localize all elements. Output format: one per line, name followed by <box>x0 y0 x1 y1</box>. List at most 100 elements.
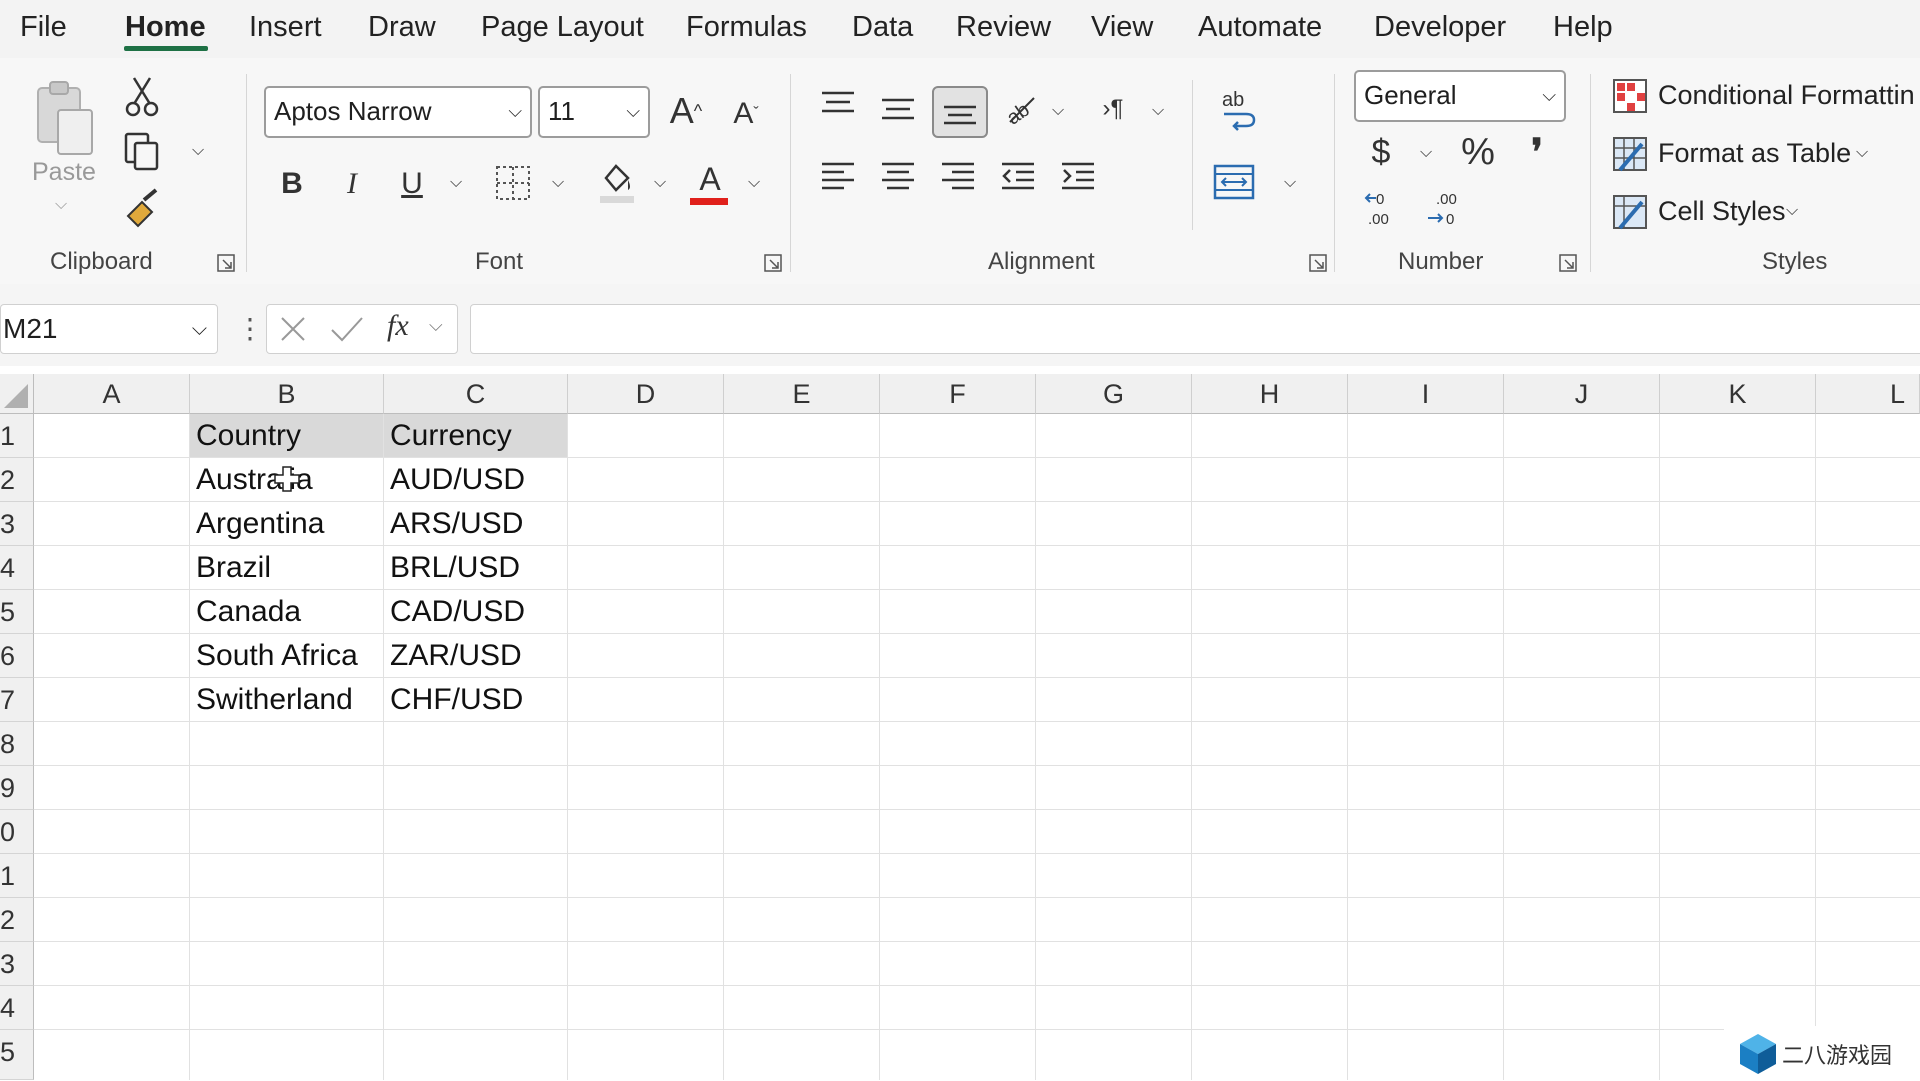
tab-draw[interactable]: Draw <box>368 8 436 46</box>
font-size-select[interactable]: 11 ⌵ <box>538 86 650 138</box>
top-align-icon[interactable] <box>820 90 856 120</box>
column-header-f[interactable]: F <box>880 374 1036 414</box>
font-color-icon[interactable]: A <box>690 158 730 200</box>
fill-color-dropdown-icon[interactable]: ⌵ <box>654 174 666 192</box>
row-header[interactable]: 2 <box>0 898 34 942</box>
cell-c3[interactable]: ARS/USD <box>384 502 523 546</box>
align-right-icon[interactable] <box>940 158 976 194</box>
tab-help[interactable]: Help <box>1553 8 1613 46</box>
tab-insert[interactable]: Insert <box>249 8 322 46</box>
currency-dropdown-icon[interactable]: ⌵ <box>1420 144 1432 162</box>
cell-c7[interactable]: CHF/USD <box>384 678 523 722</box>
cell-b7[interactable]: Switherland <box>190 678 353 722</box>
column-header-j[interactable]: J <box>1504 374 1660 414</box>
column-header-i[interactable]: I <box>1348 374 1504 414</box>
italic-button[interactable]: I <box>336 164 368 204</box>
format-painter-icon[interactable] <box>122 188 162 228</box>
cancel-icon[interactable] <box>277 313 309 345</box>
row-header[interactable]: 2 <box>0 458 34 502</box>
insert-function-button[interactable]: fx <box>387 309 409 343</box>
row-header[interactable]: 6 <box>0 634 34 678</box>
row-header[interactable]: 1 <box>0 414 34 458</box>
text-direction-icon[interactable]: ›¶ <box>1096 92 1130 126</box>
cell-c5[interactable]: CAD/USD <box>384 590 525 634</box>
decrease-decimal-icon[interactable]: .00 0 <box>1424 188 1464 228</box>
tab-file[interactable]: File <box>20 8 67 46</box>
cell-styles-dropdown-icon[interactable]: ⌵ <box>1786 202 1798 220</box>
comma-style-button[interactable]: ❜ <box>1522 130 1552 174</box>
format-as-table-dropdown-icon[interactable]: ⌵ <box>1856 144 1868 162</box>
tab-formulas[interactable]: Formulas <box>686 8 807 46</box>
row-header[interactable]: 7 <box>0 678 34 722</box>
cell-b6[interactable]: South Africa <box>190 634 358 678</box>
cell-c4[interactable]: BRL/USD <box>384 546 520 590</box>
column-header-b[interactable]: B <box>190 374 384 414</box>
borders-icon[interactable] <box>494 164 532 202</box>
tab-view[interactable]: View <box>1091 8 1153 46</box>
cell-c6[interactable]: ZAR/USD <box>384 634 522 678</box>
font-color-dropdown-icon[interactable]: ⌵ <box>748 174 760 192</box>
row-header[interactable]: 0 <box>0 810 34 854</box>
fill-color-icon[interactable] <box>598 160 636 206</box>
column-header-a[interactable]: A <box>34 374 190 414</box>
cell-b5[interactable]: Canada <box>190 590 301 634</box>
column-header-h[interactable]: H <box>1192 374 1348 414</box>
font-launcher-icon[interactable] <box>763 253 783 273</box>
bottom-align-icon[interactable] <box>932 86 988 138</box>
align-center-icon[interactable] <box>880 158 916 194</box>
percent-format-button[interactable]: % <box>1456 130 1500 174</box>
chevron-down-icon[interactable]: ⌵ <box>429 315 443 336</box>
row-header[interactable]: 4 <box>0 986 34 1030</box>
tab-automate[interactable]: Automate <box>1198 8 1322 46</box>
conditional-formatting-button[interactable]: Conditional Formattin <box>1658 80 1915 111</box>
font-name-select[interactable]: Aptos Narrow ⌵ <box>264 86 532 138</box>
clipboard-launcher-icon[interactable] <box>216 253 236 273</box>
row-header[interactable]: 5 <box>0 1030 34 1080</box>
cell-b4[interactable]: Brazil <box>190 546 271 590</box>
currency-format-button[interactable]: $ <box>1366 130 1396 174</box>
tab-home[interactable]: Home <box>125 8 206 46</box>
enter-icon[interactable] <box>329 313 365 345</box>
row-header[interactable]: 3 <box>0 942 34 986</box>
paste-icon[interactable] <box>30 76 100 166</box>
orientation-dropdown-icon[interactable]: ⌵ <box>1052 102 1064 120</box>
formula-input[interactable] <box>470 304 1920 354</box>
row-header[interactable]: 1 <box>0 854 34 898</box>
row-header[interactable]: 9 <box>0 766 34 810</box>
tab-page-layout[interactable]: Page Layout <box>481 8 644 46</box>
middle-align-icon[interactable] <box>880 94 916 124</box>
column-header-l[interactable]: L <box>1816 374 1920 414</box>
tab-data[interactable]: Data <box>852 8 913 46</box>
conditional-formatting-icon[interactable] <box>1612 78 1648 114</box>
text-direction-dropdown-icon[interactable]: ⌵ <box>1152 102 1164 120</box>
row-header[interactable]: 4 <box>0 546 34 590</box>
number-launcher-icon[interactable] <box>1558 253 1578 273</box>
column-header-c[interactable]: C <box>384 374 568 414</box>
cell-c1[interactable]: Currency <box>384 414 567 457</box>
increase-decimal-icon[interactable]: 0.00 <box>1362 188 1402 228</box>
row-header[interactable]: 5 <box>0 590 34 634</box>
row-header[interactable]: 8 <box>0 722 34 766</box>
cell-b1[interactable]: Country <box>190 414 383 457</box>
row-header[interactable]: 3 <box>0 502 34 546</box>
cell-c2[interactable]: AUD/USD <box>384 458 525 502</box>
cut-icon[interactable] <box>124 74 160 118</box>
tab-review[interactable]: Review <box>956 8 1051 46</box>
column-header-k[interactable]: K <box>1660 374 1816 414</box>
underline-dropdown-icon[interactable]: ⌵ <box>450 174 462 192</box>
underline-button[interactable]: U <box>396 164 428 204</box>
number-format-select[interactable]: General ⌵ <box>1354 70 1566 122</box>
more-options-icon[interactable]: ⋮ <box>236 314 264 344</box>
column-header-d[interactable]: D <box>568 374 724 414</box>
cell-styles-icon[interactable] <box>1612 194 1648 230</box>
paste-dropdown-icon[interactable]: ⌵ <box>55 196 67 214</box>
copy-dropdown-icon[interactable]: ⌵ <box>192 142 204 160</box>
merge-dropdown-icon[interactable]: ⌵ <box>1284 174 1296 192</box>
cell-b3[interactable]: Argentina <box>190 502 324 546</box>
bold-button[interactable]: B <box>276 164 308 204</box>
select-all-button[interactable] <box>0 374 34 414</box>
wrap-text-icon[interactable]: ab <box>1216 88 1260 132</box>
chevron-down-icon[interactable]: ⌵ <box>192 305 207 353</box>
name-box[interactable]: M21 ⌵ <box>0 304 218 354</box>
decrease-font-size-icon[interactable]: Aˇ <box>726 94 766 134</box>
